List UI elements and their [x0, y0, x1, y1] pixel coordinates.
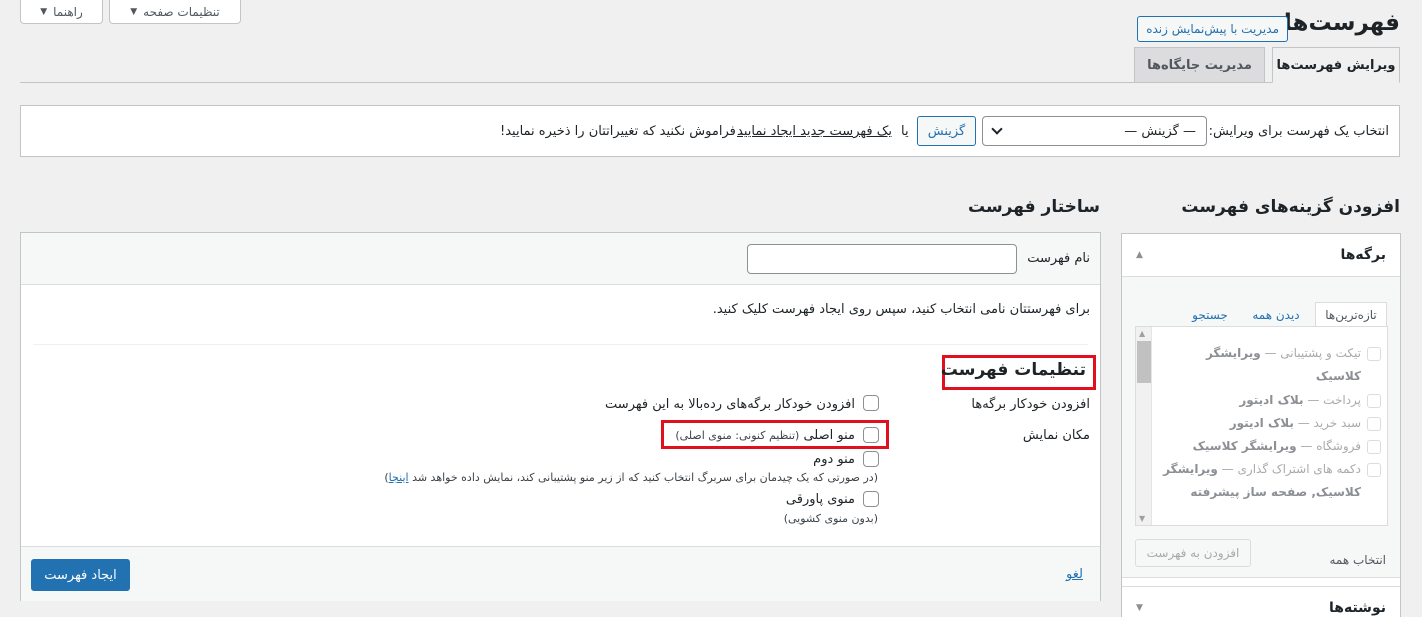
select-menu-label: انتخاب یک فهرست برای ویرایش:: [1208, 124, 1389, 139]
menu-name-label: نام فهرست: [1027, 251, 1090, 266]
checkbox[interactable]: [1367, 347, 1381, 361]
tab-edit-menus[interactable]: ویرایش فهرست‌ها: [1272, 47, 1400, 83]
help-label: راهنما: [53, 4, 83, 19]
list-item[interactable]: دکمه های اشتراک گذاری — ویرایشگر کلاسیک,…: [1161, 458, 1381, 504]
tab-search-label: جستجو: [1192, 308, 1228, 322]
scroll-up-icon[interactable]: ▲: [1139, 329, 1145, 338]
menu-select[interactable]: — گزینش —: [982, 116, 1207, 146]
primary-menu-checkbox[interactable]: [863, 427, 879, 443]
display-location-label: مکان نمایش: [1022, 428, 1090, 443]
secondary-menu-label: منو دوم: [813, 452, 855, 467]
checkbox[interactable]: [1367, 463, 1381, 477]
list-item[interactable]: تیکت و پشتیبانی — ویرایشگر کلاسیک: [1161, 342, 1381, 388]
scrollbar[interactable]: ▲ ▼: [1136, 327, 1152, 525]
list-item[interactable]: سبد خرید — بلاک ادیتور: [1161, 412, 1381, 435]
select-all-link[interactable]: انتخاب همه: [1329, 553, 1386, 567]
expand-arrow-icon: ▼: [1136, 602, 1143, 613]
primary-menu-option: منو اصلی (تنظیم کنونی: منوی اصلی): [675, 428, 855, 443]
page-name: سبد خرید: [1313, 416, 1361, 430]
page-editor: بلاک ادیتور: [1229, 416, 1294, 430]
tab-edit-menus-label: ویرایش فهرست‌ها: [1276, 57, 1396, 73]
caret-down-icon: ▼: [130, 6, 138, 17]
screen-options-label: تنظیمات صفحه: [143, 4, 220, 19]
secondary-menu-checkbox[interactable]: [863, 451, 879, 467]
pages-checklist: ▲ ▼ تیکت و پشتیبانی — ویرایشگر کلاسیک پر…: [1135, 326, 1388, 526]
manage-menus-bar: انتخاب یک فهرست برای ویرایش: — گزینش — گ…: [20, 105, 1400, 157]
menu-footer: ایجاد فهرست لغو: [21, 546, 1100, 601]
chevron-down-icon: [991, 123, 1003, 135]
or-text: یا: [901, 124, 909, 139]
add-items-accordion: برگه‌ها ▲ تازه‌ترین‌ها دیدن همه جستجو ▲ …: [1121, 233, 1401, 617]
tab-view-all-label: دیدن همه: [1252, 308, 1300, 322]
posts-section-title: نوشته‌ها: [1329, 599, 1386, 616]
footer-menu-label: منوی پاورقی: [785, 492, 855, 507]
secondary-menu-note: (در صورتی که یک چیدمان برای سربرگ انتخاب…: [384, 471, 878, 484]
auto-add-pages-label: افزودن خودکار برگه‌ها: [971, 397, 1090, 412]
tab-manage-locations-label: مدیریت جایگاه‌ها: [1147, 57, 1252, 73]
scrollbar-thumb[interactable]: [1137, 341, 1151, 383]
checkbox[interactable]: [1367, 440, 1381, 454]
list-item[interactable]: پرداخت — بلاک ادیتور: [1161, 389, 1381, 412]
divider: [33, 344, 1088, 345]
menu-structure-box: نام فهرست برای فهرستتان نامی انتخاب کنید…: [20, 232, 1101, 601]
live-preview-button[interactable]: مدیریت با پیش‌نمایش زنده: [1137, 16, 1288, 42]
page-name: تیکت و پشتیبانی: [1280, 346, 1361, 360]
collapse-arrow-icon: ▲: [1136, 250, 1143, 260]
tab-view-all[interactable]: دیدن همه: [1244, 302, 1308, 328]
pages-section-header[interactable]: برگه‌ها ▲: [1122, 234, 1400, 276]
primary-menu-note: (تنظیم کنونی: منوی اصلی): [675, 429, 800, 442]
page-name: فروشگاه: [1316, 439, 1361, 453]
checkbox[interactable]: [1367, 394, 1381, 408]
tab-most-recent-label: تازه‌ترین‌ها: [1325, 308, 1377, 322]
page-title: فهرست‌ها: [1283, 10, 1400, 36]
scroll-down-icon[interactable]: ▼: [1139, 514, 1145, 523]
add-to-menu-button[interactable]: افزودن به فهرست: [1135, 539, 1251, 567]
posts-section-header[interactable]: نوشته‌ها ▼: [1122, 586, 1400, 617]
screen-options-button[interactable]: تنظیمات صفحه ▼: [109, 0, 241, 24]
menu-name-input[interactable]: [747, 244, 1017, 274]
save-reminder: . فراموش نکنید که تغییراتتان را ذخیره نم…: [500, 124, 745, 139]
page-name: پرداخت: [1323, 393, 1361, 407]
menu-instruction: برای فهرستتان نامی انتخاب کنید، سپس روی …: [712, 302, 1090, 317]
tab-most-recent[interactable]: تازه‌ترین‌ها: [1315, 302, 1387, 328]
select-button[interactable]: گزینش: [917, 116, 976, 146]
tab-manage-locations[interactable]: مدیریت جایگاه‌ها: [1134, 47, 1265, 82]
menu-structure-heading: ساختار فهرست: [967, 197, 1100, 217]
add-menu-items-heading: افزودن گزینه‌های فهرست: [1181, 197, 1400, 217]
list-item[interactable]: فروشگاه — ویرایشگر کلاسیک: [1161, 435, 1381, 458]
create-menu-button[interactable]: ایجاد فهرست: [31, 559, 130, 591]
secondary-menu-note-text: (در صورتی که یک چیدمان برای سربرگ انتخاب…: [412, 471, 878, 484]
pages-section-body: تازه‌ترین‌ها دیدن همه جستجو ▲ ▼ تیکت و پ…: [1122, 276, 1400, 578]
menu-name-header: نام فهرست: [21, 233, 1100, 285]
menu-settings-heading: تنظیمات فهرست: [940, 360, 1086, 380]
checkbox[interactable]: [1367, 417, 1381, 431]
cancel-link[interactable]: لغو: [1066, 567, 1083, 582]
auto-add-checkbox[interactable]: [863, 395, 879, 411]
caret-down-icon: ▼: [40, 6, 48, 17]
help-button[interactable]: راهنما ▼: [20, 0, 103, 24]
page-name: دکمه های اشتراک گذاری: [1237, 462, 1362, 476]
menu-select-value: — گزینش —: [1124, 123, 1196, 139]
create-new-menu-link[interactable]: یک فهرست جدید ایجاد نمایید: [737, 124, 892, 139]
page-editor: ویرایشگر کلاسیک: [1192, 439, 1297, 453]
tab-search[interactable]: جستجو: [1180, 302, 1240, 328]
auto-add-option-label: افزودن خودکار برگه‌های رده‌بالا به این ف…: [605, 397, 855, 412]
footer-menu-checkbox[interactable]: [863, 491, 879, 507]
tabs-divider: [20, 82, 1400, 83]
here-link[interactable]: اینجا: [389, 471, 409, 484]
footer-menu-note: (بدون منوی کشویی): [783, 512, 878, 525]
page-editor: بلاک ادیتور: [1239, 393, 1304, 407]
pages-section-title: برگه‌ها: [1340, 247, 1386, 263]
primary-menu-label: منو اصلی: [803, 428, 855, 443]
